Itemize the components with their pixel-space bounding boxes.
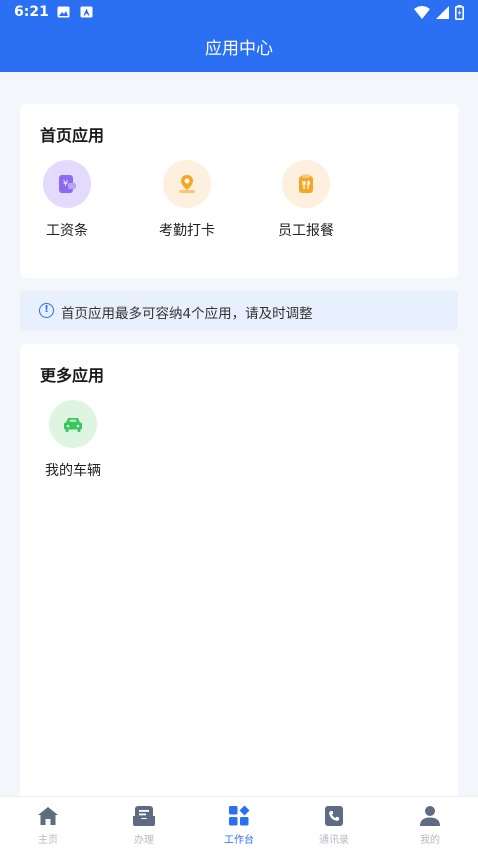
more-apps-title: 更多应用 [40,366,105,385]
tab-mine-label: 我的 [420,835,440,846]
salary-wallet-icon: ¥ [43,160,91,208]
app-my-vehicle-label: 我的车辆 [45,463,101,479]
phone-book-icon [321,803,347,829]
tab-home[interactable]: 主页 [8,803,88,846]
page-header: 应用中心 [0,26,478,72]
car-icon [49,400,97,448]
app-attendance[interactable]: 考勤打卡 [142,160,232,240]
workbench-icon [226,803,252,829]
more-apps-card: 更多应用 我的车辆 [20,344,458,804]
user-icon [417,803,443,829]
tab-workbench[interactable]: 工作台 [199,803,279,846]
home-apps-card: 首页应用 ¥ 工资条 考勤打卡 员工报餐 [20,104,458,278]
app-my-vehicle[interactable]: 我的车辆 [28,400,118,480]
meal-order-icon [282,160,330,208]
tab-process[interactable]: 办理 [104,803,184,846]
battery-icon [455,4,464,20]
info-icon: ! [39,303,54,318]
status-time: 6:21 [14,4,49,20]
page-title: 应用中心 [205,39,273,59]
home-icon [35,803,61,829]
inbox-icon [131,803,157,829]
app-notification-icon [80,6,93,18]
capacity-notice: ! 首页应用最多可容纳4个应用，请及时调整 [20,291,458,331]
bottom-tab-bar: 主页 办理 工作台 通讯录 我的 [0,796,478,850]
home-apps-title: 首页应用 [40,126,105,145]
notice-text: 首页应用最多可容纳4个应用，请及时调整 [61,306,313,322]
wifi-icon [414,5,430,19]
tab-home-label: 主页 [38,835,58,846]
tab-contacts-label: 通讯录 [319,835,349,846]
signal-icon [436,5,449,19]
tab-workbench-label: 工作台 [224,835,254,846]
app-meal-label: 员工报餐 [278,223,334,239]
app-meal[interactable]: 员工报餐 [261,160,351,240]
app-attendance-label: 考勤打卡 [159,223,215,239]
tab-process-label: 办理 [134,835,154,846]
app-salary[interactable]: ¥ 工资条 [22,160,112,240]
attendance-location-icon [163,160,211,208]
tab-contacts[interactable]: 通讯录 [294,803,374,846]
app-salary-label: 工资条 [46,223,88,239]
image-notification-icon [57,6,70,18]
svg-text:¥: ¥ [63,179,68,188]
tab-mine[interactable]: 我的 [390,803,470,846]
status-bar: 6:21 [0,0,478,26]
